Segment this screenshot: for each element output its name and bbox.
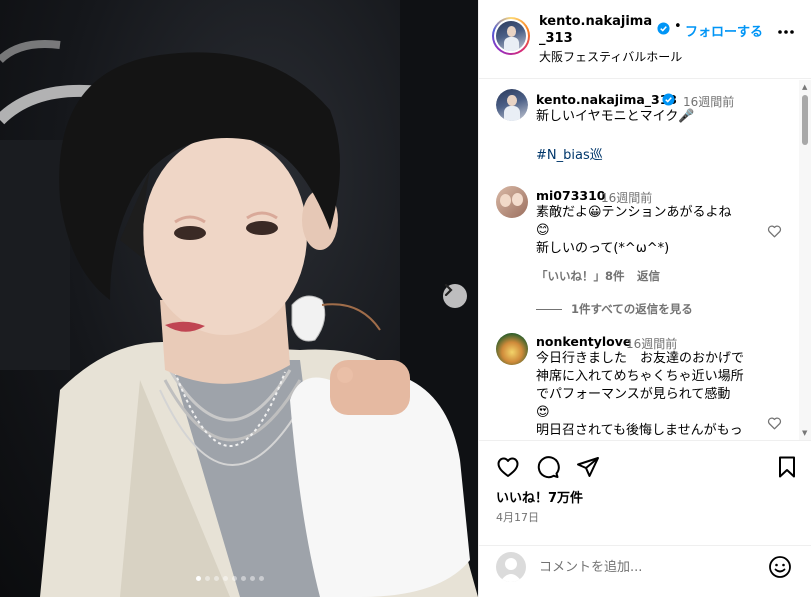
- scroll-down-icon[interactable]: ▼: [802, 429, 807, 437]
- carousel-dots: [196, 576, 264, 581]
- comment-line: 明日召されても後悔しませんがもっ: [536, 423, 743, 438]
- comment-line: 今日行きました お友達のおかげで: [536, 351, 745, 366]
- comments-list: kento.nakajima_313 16週間前 新しいイヤモニとマイク🎤 #N…: [479, 80, 811, 440]
- caption-avatar[interactable]: [496, 89, 528, 121]
- portrait-image: [0, 0, 478, 597]
- comment-input[interactable]: [539, 554, 754, 580]
- carousel-dot: [250, 576, 255, 581]
- comment-avatar[interactable]: [496, 333, 528, 365]
- scroll-up-icon[interactable]: ▲: [802, 83, 807, 91]
- like-heart-icon[interactable]: [496, 455, 520, 479]
- replies-divider: [536, 309, 562, 310]
- carousel-dot: [223, 576, 228, 581]
- carousel-dot: [214, 576, 219, 581]
- carousel-dot: [205, 576, 210, 581]
- like-count[interactable]: いいね！7万件: [496, 487, 583, 506]
- comment-line: 😍: [536, 405, 550, 420]
- comment-line: 😊: [536, 223, 550, 238]
- caption-username[interactable]: kento.nakajima_313: [536, 92, 677, 107]
- post-header: kento.nakajima_313 • フォローする 大阪フェスティバルホール: [479, 0, 811, 79]
- bookmark-icon[interactable]: [775, 455, 799, 479]
- carousel-dot: [232, 576, 237, 581]
- like-comment-icon[interactable]: [767, 416, 782, 431]
- post-location[interactable]: 大阪フェスティバルホール: [539, 48, 682, 65]
- default-avatar-icon: [500, 558, 522, 582]
- comment-line: でパフォーマンスが見られて感動: [536, 387, 731, 402]
- comment-line: 素敵だよ😀テンションあがるよね: [536, 205, 732, 220]
- current-user-avatar: [496, 552, 526, 582]
- comment-icon[interactable]: [536, 455, 560, 479]
- view-replies-button[interactable]: 1件すべての返信を見る: [571, 301, 693, 317]
- comment-avatar[interactable]: [496, 186, 528, 218]
- post-side-panel: kento.nakajima_313 • フォローする 大阪フェスティバルホール…: [478, 0, 811, 597]
- comments-scrollbar[interactable]: ▲ ▼: [799, 80, 811, 440]
- comment-likes[interactable]: 「いいね！」8件: [536, 268, 625, 284]
- emoji-picker-icon[interactable]: [768, 555, 792, 579]
- author-username[interactable]: kento.nakajima_313: [539, 13, 657, 47]
- carousel-dot: [259, 576, 264, 581]
- separator-dot: •: [674, 19, 682, 34]
- caption-text: 新しいイヤモニとマイク🎤: [536, 109, 695, 124]
- reply-button[interactable]: 返信: [637, 268, 660, 284]
- comment-line: 新しいのって(*^ω^*): [536, 241, 670, 256]
- verified-badge-icon: [662, 93, 675, 106]
- post-photo[interactable]: [0, 0, 478, 597]
- caption-hashtag[interactable]: #N_bias巡: [536, 144, 603, 163]
- next-slide-button[interactable]: [443, 284, 467, 308]
- add-comment-bar: [479, 546, 811, 597]
- comment-username[interactable]: nonkentylove: [536, 334, 631, 349]
- author-avatar[interactable]: [492, 17, 530, 55]
- comment-username[interactable]: mi073310: [536, 188, 606, 203]
- share-send-icon[interactable]: [576, 455, 600, 479]
- scrollbar-thumb[interactable]: [802, 95, 808, 145]
- chevron-right-icon: [444, 284, 453, 296]
- carousel-dot: [241, 576, 246, 581]
- post-actions: いいね！7万件 4月17日: [479, 440, 811, 546]
- verified-badge-icon: [657, 22, 670, 35]
- comment-line: 神席に入れてめちゃくちゃ近い場所: [536, 369, 744, 384]
- follow-button[interactable]: フォローする: [685, 21, 763, 40]
- post-date[interactable]: 4月17日: [496, 509, 539, 525]
- more-options-icon[interactable]: [776, 22, 796, 42]
- like-comment-icon[interactable]: [767, 224, 782, 239]
- carousel-dot: [196, 576, 201, 581]
